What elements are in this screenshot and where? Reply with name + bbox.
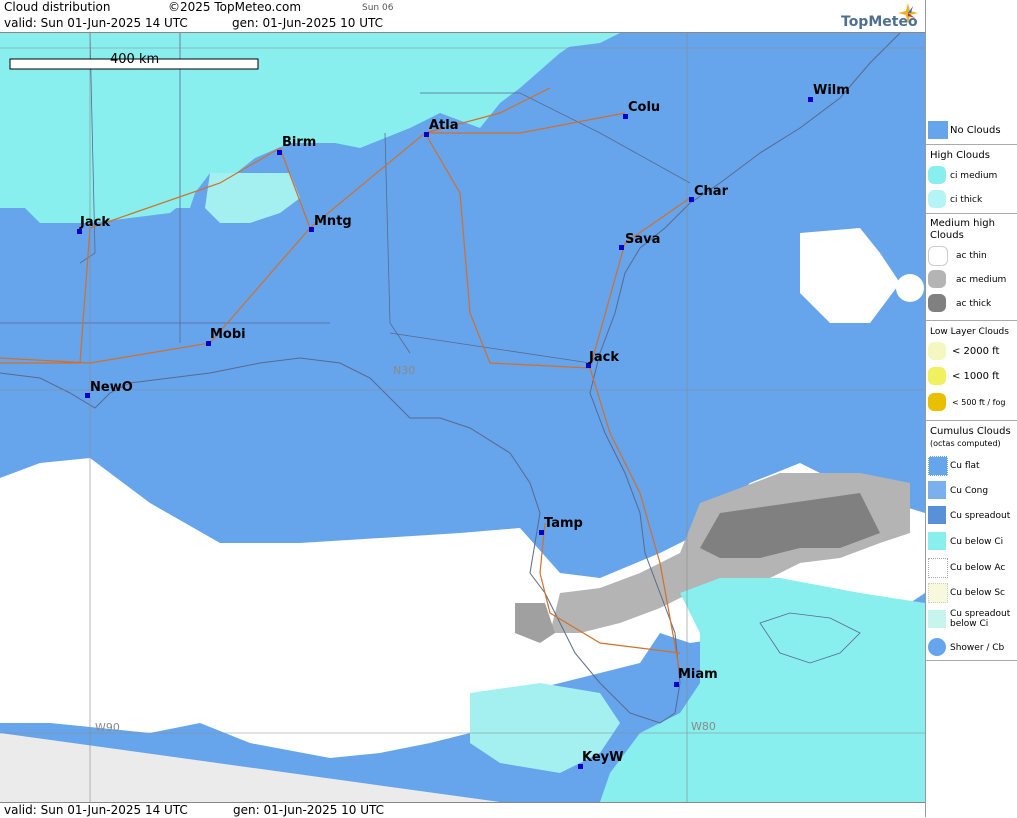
legend-ci-medium: ci medium [926,166,1017,186]
legend-medium-header: Medium high Clouds [930,218,995,241]
legend-cu-header: Cumulus Clouds [930,426,1011,437]
ci-medium-area-alabama [205,173,300,223]
ac-thin-area-east [800,228,900,323]
swatch-low-2000 [928,342,946,360]
legend-ci-thick: ci thick [926,190,1017,210]
valid-time: valid: Sun 01-Jun-2025 14 UTC [4,16,188,30]
legend-cu-spread: Cu spreadout [926,506,1017,526]
legend-cu-sub: (octas computed) [930,439,1001,448]
legend-low-500: < 500 ft / fog [926,393,1017,413]
legend-panel: No Clouds High Clouds ci medium ci thick… [925,0,1017,817]
copyright-text: ©2025 TopMeteo.com [168,0,302,14]
swatch-low-500 [928,393,946,411]
generated-time: gen: 01-Jun-2025 10 UTC [232,16,384,30]
map-canvas [0,33,925,802]
swatch-shower [928,638,946,656]
swatch-ac-thin [928,246,948,266]
header-bar: Cloud distribution ©2025 TopMeteo.com Su… [0,0,925,33]
legend-low-1000: < 1000 ft [926,367,1017,387]
legend-shower: Shower / Cb [926,638,1017,658]
swatch-ci-thick [928,190,946,208]
footer-generated-time: gen: 01-Jun-2025 10 UTC [233,803,385,817]
legend-high-header: High Clouds [930,150,990,161]
cloud-map[interactable]: 400 km N30 W90 W80 Wilm Colu Atla Birm C… [0,33,925,802]
swatch-cu-spread [928,506,946,524]
legend-cu-below-ac: Cu below Ac [926,558,1017,578]
map-title: Cloud distribution [4,0,111,14]
footer-valid-time: valid: Sun 01-Jun-2025 14 UTC [4,803,188,817]
legend-no-clouds: No Clouds [926,119,1017,141]
grid-label-n30: N30 [393,364,416,377]
swatch-ac-thick [928,294,946,312]
swatch-no-clouds [928,121,948,139]
brand-logo[interactable]: TopMeteo [833,0,925,32]
grid-label-w90: W90 [95,721,120,734]
swatch-cu-flat [928,456,948,476]
scale-label: 400 km [110,52,160,67]
legend-cu-below-sc: Cu below Sc [926,583,1017,603]
swatch-cu-below-ac [928,558,948,578]
legend-cu-cong: Cu Cong [926,481,1017,501]
swatch-low-1000 [928,367,946,385]
legend-cu-below-ci: Cu below Ci [926,532,1017,552]
legend-low-2000: < 2000 ft [926,342,1017,362]
legend-ac-thick: ac thick [926,294,1017,314]
swatch-cu-below-ci [928,532,946,550]
ci-thick-area-west [20,153,195,223]
footer-bar: valid: Sun 01-Jun-2025 14 UTC gen: 01-Ju… [0,802,925,818]
day-code: Sun 06 [362,3,394,13]
grid-label-w80: W80 [691,720,716,733]
swatch-ci-medium [928,166,946,184]
star-logo-icon [898,3,918,24]
swatch-cu-cong [928,481,946,499]
swatch-cu-spread-ci [928,610,946,628]
legend-ac-medium: ac medium [926,270,1017,290]
swatch-cu-below-sc [928,583,948,603]
legend-cu-flat: Cu flat [926,456,1017,476]
legend-cu-spread-ci: Cu spreadout below Ci [926,608,1017,634]
swatch-ac-medium [928,270,946,288]
legend-ac-thin: ac thin [926,246,1017,266]
legend-low-header: Low Layer Clouds [930,327,1009,337]
